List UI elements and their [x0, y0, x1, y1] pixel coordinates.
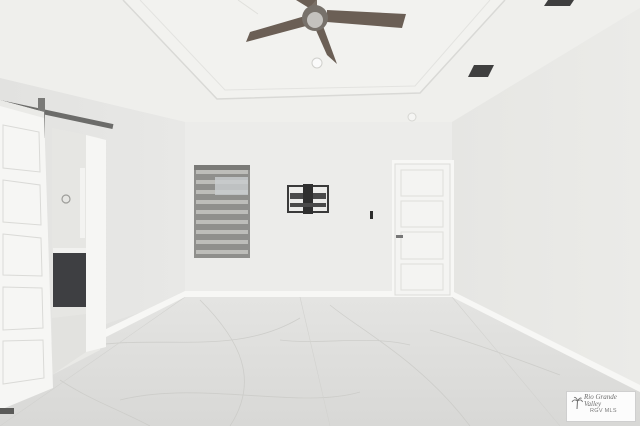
room-scene — [0, 0, 640, 426]
recessed-light — [311, 57, 323, 69]
room-photo: Rio Grande Valley RGV MLS — [0, 0, 640, 426]
mls-watermark: Rio Grande Valley RGV MLS — [566, 391, 636, 422]
smoke-detector — [407, 112, 417, 122]
doorway-casing — [86, 135, 106, 352]
door-handle — [396, 235, 403, 238]
closet-door — [394, 163, 451, 296]
bathroom-vanity — [53, 252, 86, 307]
ac-vent-corner — [544, 0, 574, 6]
light-switch — [370, 211, 373, 219]
barn-door — [0, 100, 53, 410]
palm-tree-icon — [571, 396, 583, 410]
